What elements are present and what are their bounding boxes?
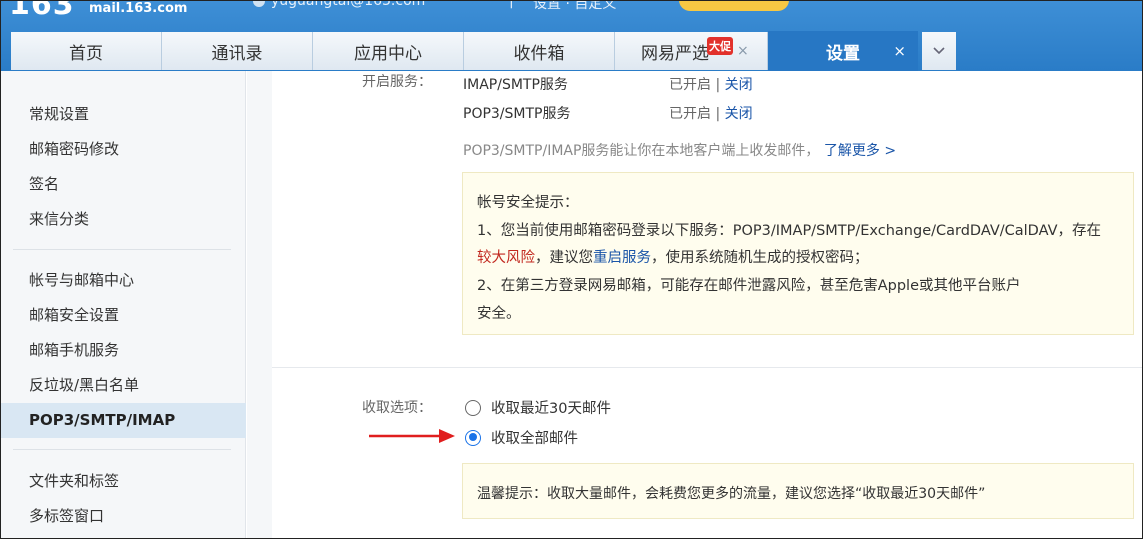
tab-label: 设置: [826, 43, 860, 64]
tab-inbox[interactable]: 收件箱: [464, 32, 615, 70]
service-name: POP3/SMTP服务: [463, 106, 571, 122]
app-window: 163 mail.163.com yuguangtai@163.com | 设置…: [0, 0, 1143, 539]
tab-label: 首页: [69, 43, 103, 64]
status-separator: |: [715, 106, 721, 122]
radio-button[interactable]: [465, 429, 481, 446]
tip-text: ，建议您: [535, 250, 593, 266]
sidebar-item-pop3[interactable]: POP3/SMTP/IMAP: [1, 403, 246, 438]
tip-title: 帐号安全提示：: [477, 195, 579, 211]
tab-yanxuan[interactable]: 网易严选 大促 ×: [615, 32, 768, 70]
tab-label: 应用中心: [354, 43, 422, 64]
services-label: 开启服务：: [362, 74, 432, 90]
chevron-down-icon[interactable]: [922, 32, 956, 70]
radio-label: 收取最近30天邮件: [491, 401, 611, 417]
close-icon[interactable]: ×: [893, 42, 906, 60]
tab-label: 收件箱: [513, 43, 565, 64]
logo-163[interactable]: 163: [9, 1, 75, 22]
receive-option-30days[interactable]: 收取最近30天邮件: [465, 397, 611, 418]
header-settings-link[interactable]: 设置 · 自定义: [533, 1, 616, 13]
settings-sidebar: 常规设置 邮箱密码修改 签名 来信分类 帐号与邮箱中心 邮箱安全设置 邮箱手机服…: [1, 71, 246, 538]
service-status: 已开启 | 关闭: [669, 74, 753, 94]
radio-button[interactable]: [465, 399, 481, 416]
sidebar-item-account-center[interactable]: 帐号与邮箱中心: [1, 263, 246, 298]
promo-pill[interactable]: [679, 1, 789, 11]
receive-label: 收取选项：: [362, 400, 432, 416]
sidebar-item-security[interactable]: 邮箱安全设置: [1, 298, 246, 333]
risk-text: 较大风险: [477, 250, 535, 266]
tab-home[interactable]: 首页: [11, 32, 162, 70]
tip-line-3: 2、在第三方登录网易邮箱，可能存在邮件泄露风险，甚至危害Apple或其他平台账户: [477, 278, 1021, 294]
sidebar-item-antispam[interactable]: 反垃圾/黑白名单: [1, 368, 246, 403]
promo-badge: 大促: [707, 37, 733, 55]
sidebar-divider: [13, 449, 231, 450]
section-divider: [272, 367, 1142, 368]
close-icon[interactable]: ×: [737, 43, 749, 59]
user-email: yuguangtai@163.com: [271, 0, 426, 9]
red-arrow-icon: [369, 429, 455, 443]
tab-settings[interactable]: 设置 ×: [768, 31, 918, 71]
tab-app-center[interactable]: 应用中心: [313, 32, 464, 70]
sidebar-item-mobile[interactable]: 邮箱手机服务: [1, 333, 246, 368]
user-account[interactable]: yuguangtai@163.com: [253, 0, 426, 9]
services-description: POP3/SMTP/IMAP服务能让你在本地客户端上收发邮件， 了解更多 >: [463, 140, 896, 160]
avatar: [253, 1, 265, 7]
sidebar-item-folders[interactable]: 文件夹和标签: [1, 464, 246, 499]
tab-label: 通讯录: [211, 43, 263, 64]
header-bar: 163 mail.163.com yuguangtai@163.com | 设置…: [1, 0, 1142, 71]
pop3-panel: 开启服务： IMAP/SMTP服务 已开启 | 关闭 POP3/SMTP服务 已…: [272, 71, 1142, 538]
learn-more-link[interactable]: 了解更多 >: [824, 143, 896, 159]
tab-bar: 首页 通讯录 应用中心 收件箱 网易严选 大促 × 设置 ×: [11, 31, 956, 71]
tab-label: 网易严选: [641, 43, 709, 64]
tip-text: ，使用系统随机生成的授权密码；: [651, 250, 869, 266]
radio-label: 收取全部邮件: [491, 431, 578, 447]
sidebar-item-general[interactable]: 常规设置: [1, 97, 246, 132]
tip-line-1: 1、您当前使用邮箱密码登录以下服务：POP3/IMAP/SMTP/Exchang…: [477, 223, 1101, 239]
sidebar-item-password[interactable]: 邮箱密码修改: [1, 132, 246, 167]
sidebar-divider: [13, 249, 231, 250]
settings-content: 开启服务： IMAP/SMTP服务 已开启 | 关闭 POP3/SMTP服务 已…: [247, 71, 1142, 538]
receive-tip-box: 温馨提示：收取大量邮件，会耗费您更多的流量，建议您选择“收取最近30天邮件”: [462, 463, 1134, 519]
tab-contacts[interactable]: 通讯录: [162, 32, 313, 70]
close-pop3-link[interactable]: 关闭: [725, 106, 753, 122]
sidebar-item-classify[interactable]: 来信分类: [1, 202, 246, 237]
service-status: 已开启 | 关闭: [669, 103, 753, 123]
security-tip-box: 帐号安全提示： 1、您当前使用邮箱密码登录以下服务：POP3/IMAP/SMTP…: [462, 172, 1134, 335]
header-separator: |: [509, 0, 514, 9]
tip-line-4: 安全。: [477, 306, 521, 322]
description-text: POP3/SMTP/IMAP服务能让你在本地客户端上收发邮件，: [463, 143, 820, 159]
close-imap-link[interactable]: 关闭: [725, 77, 753, 93]
sidebar-item-multitab[interactable]: 多标签窗口: [1, 499, 246, 534]
status-text: 已开启: [669, 77, 711, 93]
status-separator: |: [715, 77, 721, 93]
tip-line-2: 较大风险，建议您重启服务，使用系统随机生成的授权密码；: [477, 246, 869, 267]
service-name: IMAP/SMTP服务: [463, 77, 568, 93]
logo-domain: mail.163.com: [89, 1, 188, 16]
status-text: 已开启: [669, 106, 711, 122]
receive-option-all[interactable]: 收取全部邮件: [465, 427, 578, 448]
restart-service-link[interactable]: 重启服务: [593, 250, 651, 266]
receive-tip-text: 温馨提示：收取大量邮件，会耗费您更多的流量，建议您选择“收取最近30天邮件”: [477, 486, 986, 502]
sidebar-item-signature[interactable]: 签名: [1, 167, 246, 202]
